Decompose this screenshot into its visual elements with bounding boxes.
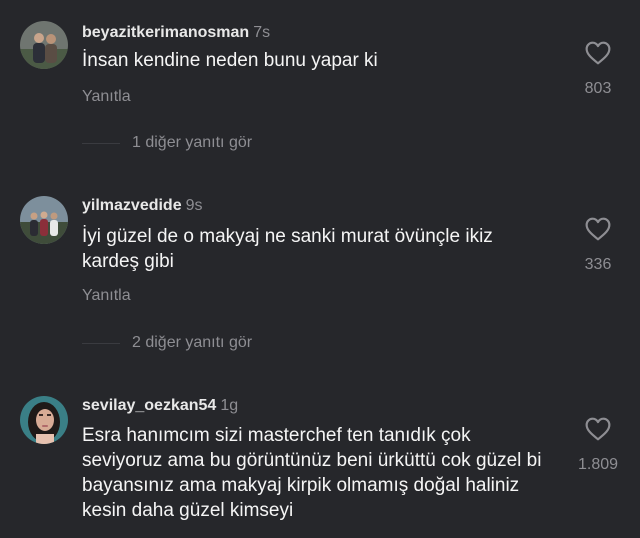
- heart-icon: [585, 417, 611, 441]
- comment-text: İyi güzel de o makyaj ne sanki murat övü…: [82, 226, 493, 272]
- comment-meta: yilmazvedide 9s: [82, 197, 203, 215]
- heart-icon: [585, 217, 611, 241]
- like-count: 1.809: [577, 456, 619, 473]
- like-button[interactable]: [578, 217, 618, 246]
- username[interactable]: sevilay_oezkan54: [82, 397, 216, 414]
- timestamp: 7s: [253, 24, 271, 41]
- like-button[interactable]: [578, 417, 618, 446]
- comment-text: İnsan kendine neden bunu yapar ki: [82, 50, 378, 71]
- timestamp: 1g: [220, 397, 239, 414]
- comment-meta: sevilay_oezkan54 1g: [82, 397, 238, 415]
- view-more-replies-label: 2 diğer yanıtı gör: [132, 334, 253, 351]
- comment-text: Esra hanımcım sizi masterchef ten tanıdı…: [82, 425, 542, 521]
- heart-icon: [585, 41, 611, 65]
- timestamp: 9s: [185, 197, 203, 214]
- reply-button[interactable]: Yanıtla: [82, 88, 131, 106]
- like-count: 803: [584, 80, 612, 97]
- username[interactable]: yilmazvedide: [82, 197, 182, 214]
- avatar[interactable]: [20, 196, 68, 244]
- divider-line: [82, 142, 120, 144]
- avatar[interactable]: [20, 21, 68, 69]
- reply-button[interactable]: Yanıtla: [82, 287, 131, 305]
- like-count: 336: [584, 256, 612, 273]
- username[interactable]: beyazitkerimanosman: [82, 24, 249, 41]
- view-more-replies-button[interactable]: 2 diğer yanıtı gör: [82, 334, 252, 352]
- avatar[interactable]: [20, 396, 68, 444]
- view-more-replies-label: 1 diğer yanıtı gör: [132, 134, 253, 151]
- comment-meta: beyazitkerimanosman 7s: [82, 24, 270, 42]
- like-button[interactable]: [578, 41, 618, 70]
- divider-line: [82, 342, 120, 344]
- view-more-replies-button[interactable]: 1 diğer yanıtı gör: [82, 134, 252, 152]
